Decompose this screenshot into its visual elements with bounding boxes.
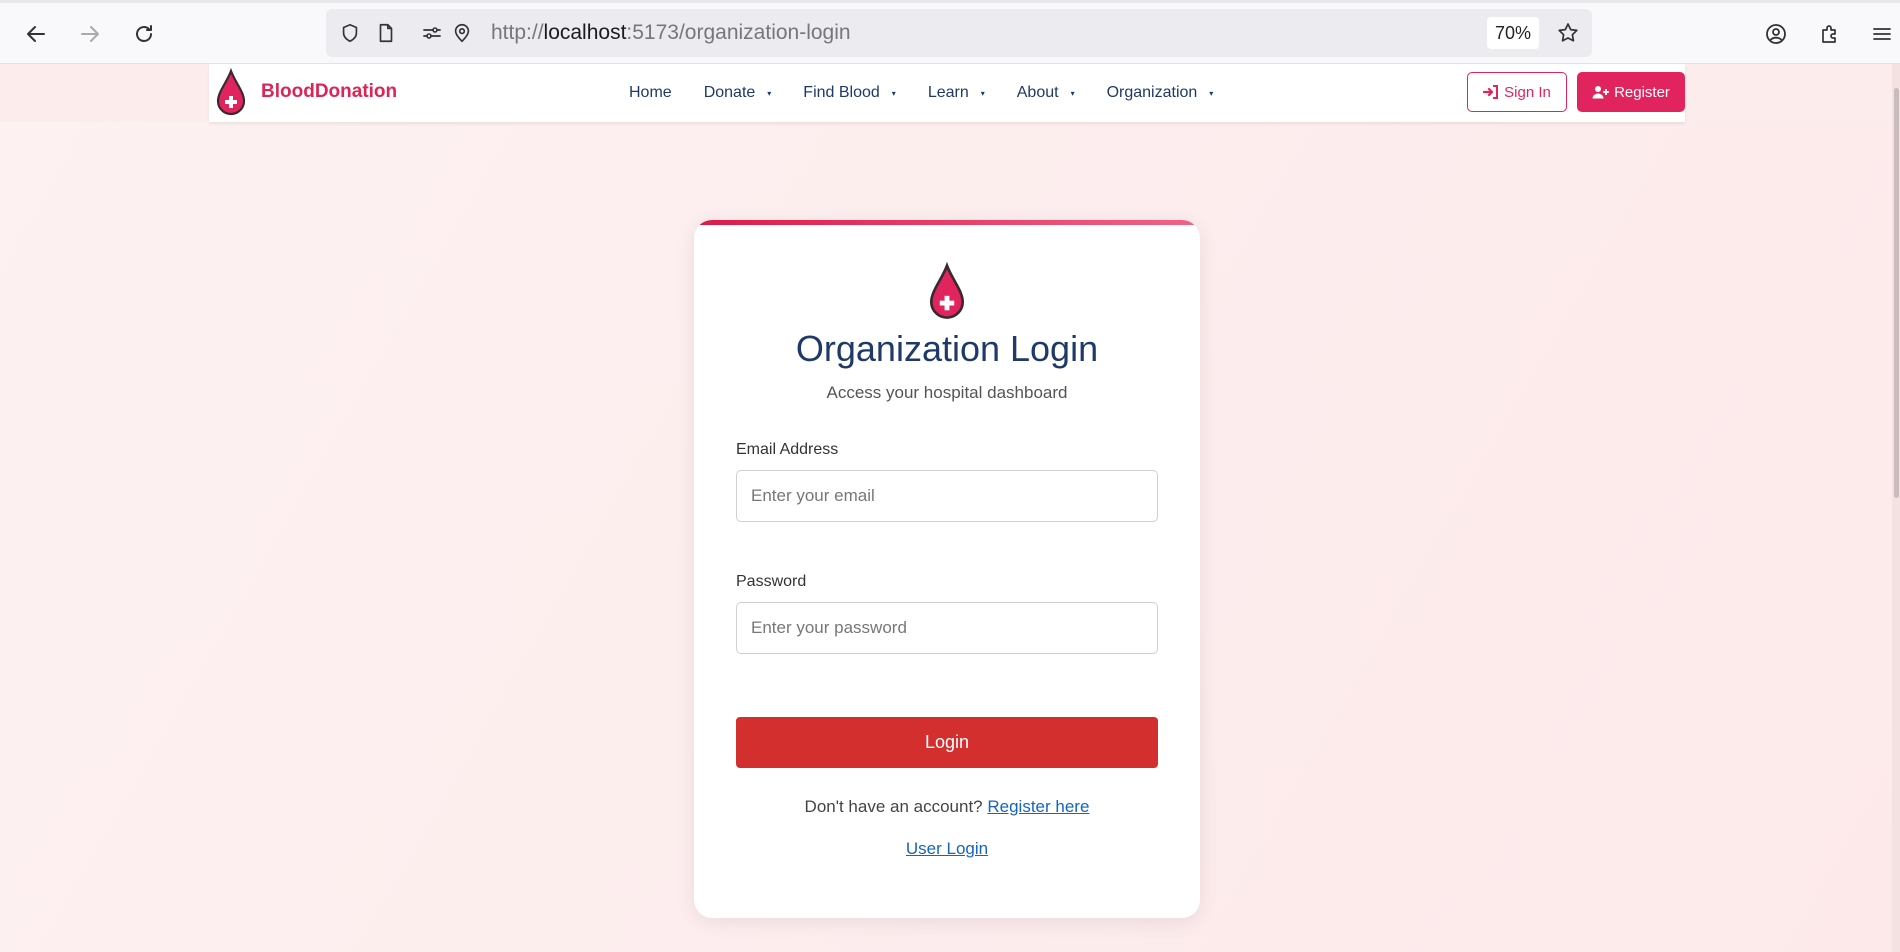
page-icon[interactable] — [374, 21, 398, 45]
caret-down-icon: ▾ — [1209, 88, 1214, 98]
extensions-button[interactable] — [1812, 16, 1848, 52]
address-bar[interactable]: http://localhost:5173/organization-login… — [326, 9, 1592, 57]
nav-find-blood[interactable]: Find Blood ▾ — [803, 84, 896, 102]
arrow-right-icon — [81, 26, 99, 42]
url-scheme: http:// — [491, 21, 544, 44]
register-label: Register — [1614, 83, 1670, 101]
blood-drop-logo-icon — [216, 68, 246, 116]
reload-button[interactable] — [126, 16, 162, 52]
page-title: Organization Login — [795, 328, 1099, 369]
url-path: :5173/organization-login — [626, 21, 851, 44]
user-plus-icon — [1592, 86, 1610, 99]
arrow-left-icon — [27, 26, 45, 42]
menu-button[interactable] — [1864, 16, 1900, 52]
puzzle-icon — [1822, 25, 1836, 43]
caret-down-icon: ▾ — [980, 88, 985, 98]
card-accent-bar — [694, 220, 1200, 225]
main-menu: Home Donate ▾ Find Blood ▾ Learn ▾ About ▾ O… — [629, 64, 1245, 122]
hamburger-icon — [1873, 28, 1891, 40]
nav-home[interactable]: Home — [629, 84, 672, 102]
account-icon — [1766, 24, 1786, 44]
account-button[interactable] — [1758, 16, 1794, 52]
page-subtitle: Access your hospital dashboard — [826, 383, 1068, 402]
tab-strip-edge — [0, 0, 1900, 3]
password-field[interactable] — [736, 602, 1158, 654]
reload-icon — [136, 25, 152, 42]
brand-link[interactable]: BloodDonation — [215, 68, 397, 116]
bookmark-star-icon[interactable] — [1556, 21, 1580, 45]
shield-icon[interactable] — [338, 21, 362, 45]
back-button[interactable] — [18, 16, 54, 52]
user-login-row: User Login — [694, 839, 1200, 859]
sign-in-icon — [1483, 85, 1499, 99]
scrollbar-thumb[interactable] — [1894, 88, 1899, 498]
caret-down-icon: ▾ — [1070, 88, 1075, 98]
browser-toolbar: http://localhost:5173/organization-login… — [0, 0, 1900, 64]
forward-button[interactable] — [72, 16, 108, 52]
email-label: Email Address — [736, 441, 839, 458]
register-button[interactable]: Register — [1577, 72, 1685, 112]
brand-name: BloodDonation — [261, 81, 398, 102]
location-icon[interactable] — [450, 21, 474, 45]
login-button[interactable]: Login — [736, 717, 1158, 768]
permissions-icon[interactable] — [420, 21, 444, 45]
user-login-link[interactable]: User Login — [906, 839, 988, 858]
nav-donate-label: Donate — [703, 84, 756, 101]
sign-in-label: Sign In — [1504, 83, 1551, 101]
nav-learn[interactable]: Learn ▾ — [928, 84, 985, 102]
page-scrollbar[interactable] — [1892, 64, 1900, 952]
email-field[interactable] — [736, 470, 1158, 522]
nav-about-label: About — [1016, 84, 1059, 101]
password-label: Password — [736, 573, 807, 590]
nav-home-label: Home — [629, 84, 672, 101]
nav-organization-label: Organization — [1106, 84, 1198, 101]
zoom-level-badge[interactable]: 70% — [1487, 17, 1539, 49]
url-text[interactable]: http://localhost:5173/organization-login — [491, 21, 851, 45]
nav-find-blood-label: Find Blood — [803, 84, 880, 101]
site-navbar: BloodDonation Home Donate ▾ Find Blood ▾ L… — [209, 64, 1685, 122]
nav-about[interactable]: About ▾ — [1017, 84, 1075, 102]
caret-down-icon: ▾ — [767, 88, 772, 98]
register-prompt: Don't have an account? Register here — [694, 797, 1200, 817]
url-host: localhost — [543, 21, 627, 44]
register-link[interactable]: Register here — [987, 797, 1089, 816]
login-card: Organization Login Access your hospital … — [694, 220, 1200, 918]
no-account-text: Don't have an account? — [804, 797, 983, 816]
caret-down-icon: ▾ — [891, 88, 896, 98]
blood-drop-logo-icon — [929, 262, 965, 319]
nav-donate[interactable]: Donate ▾ — [704, 84, 772, 102]
sign-in-button[interactable]: Sign In — [1467, 72, 1567, 112]
nav-learn-label: Learn — [927, 84, 969, 101]
nav-organization[interactable]: Organization ▾ — [1107, 84, 1214, 102]
